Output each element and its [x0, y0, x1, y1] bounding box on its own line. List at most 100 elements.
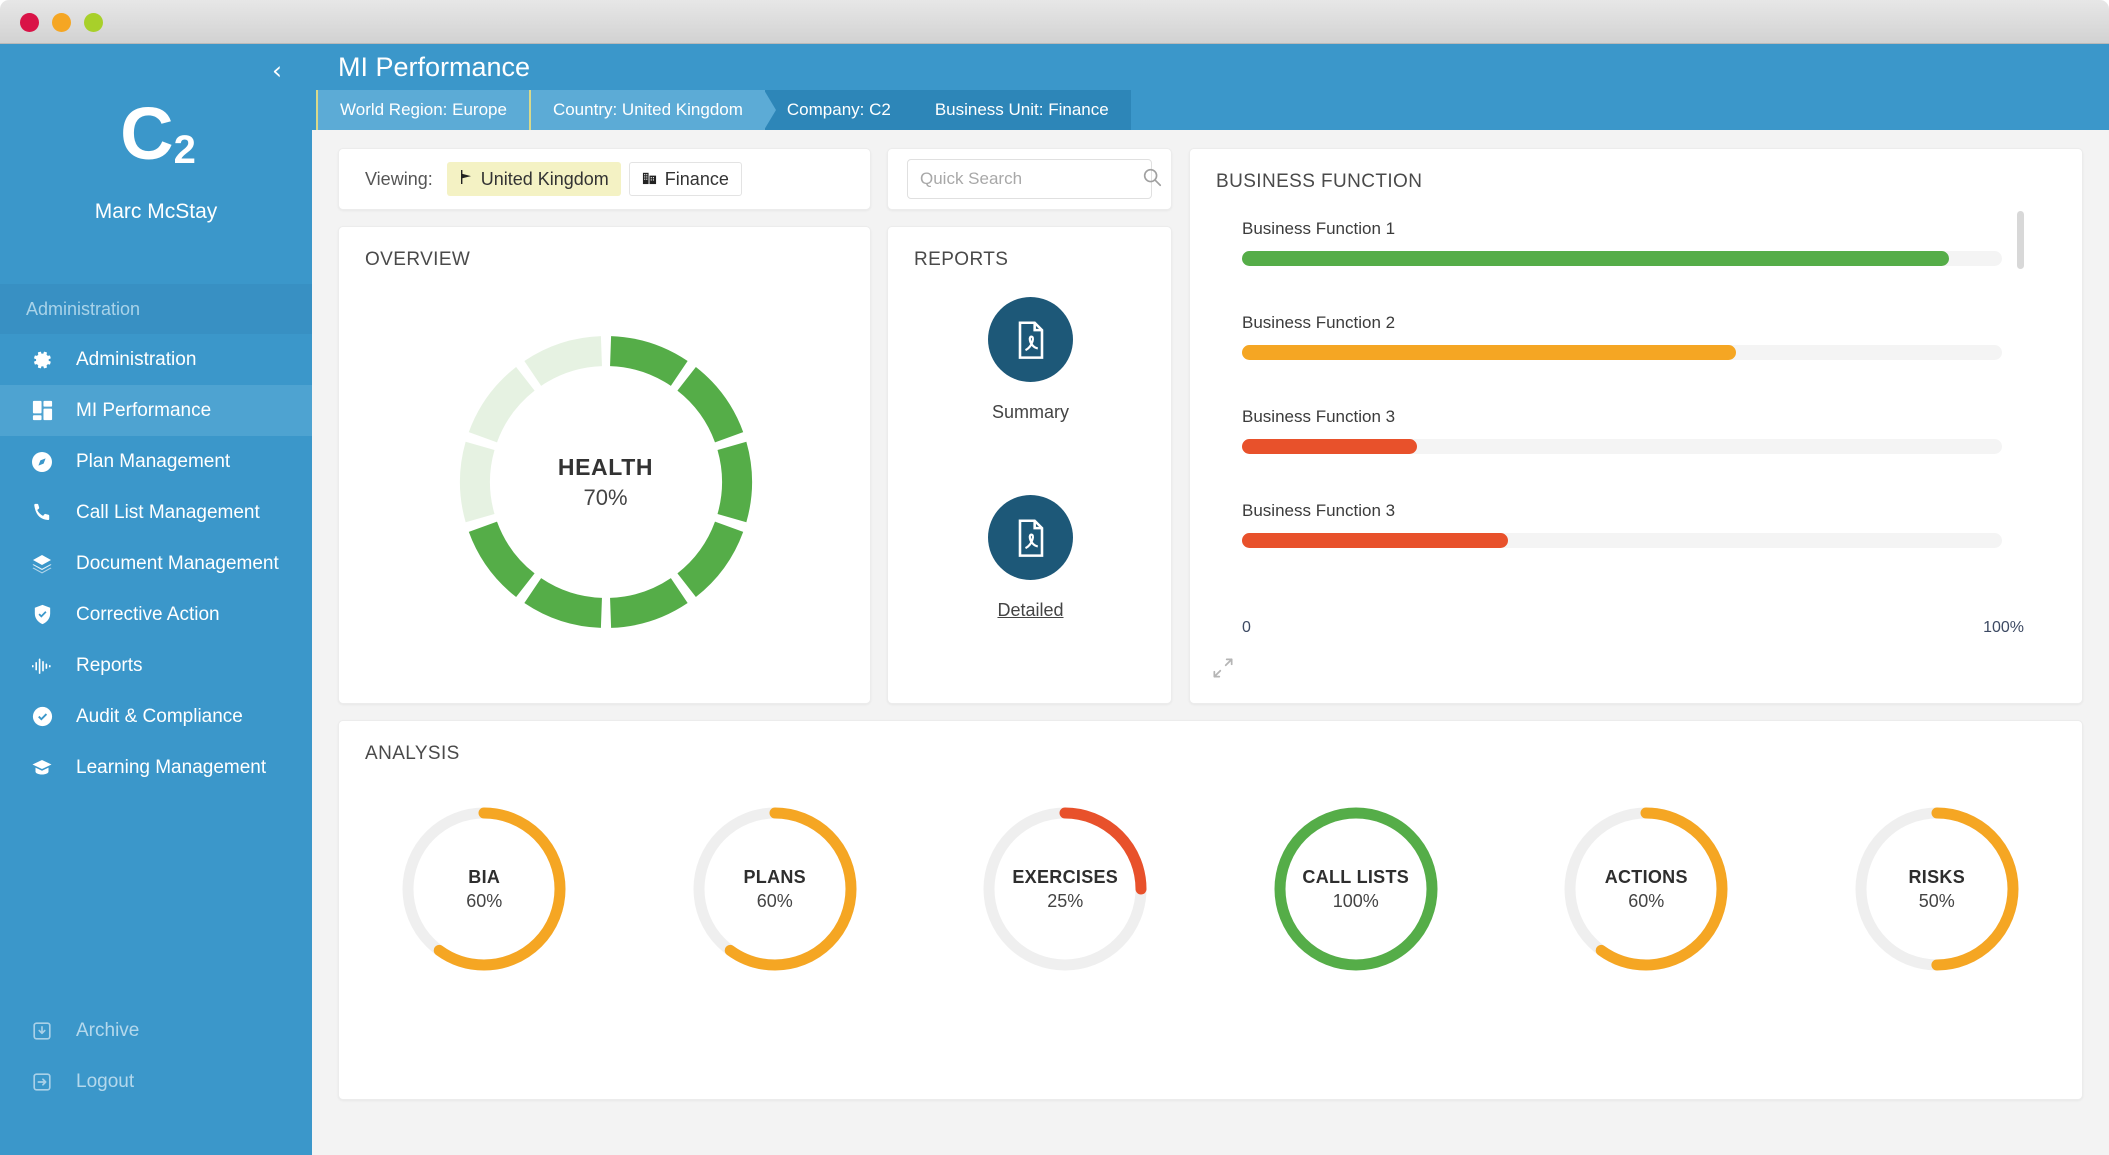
- business-function-scrollbar[interactable]: [2017, 211, 2024, 561]
- dashboard-icon: [26, 398, 58, 424]
- search-box[interactable]: [907, 159, 1162, 199]
- business-function-track: [1242, 533, 2002, 548]
- business-function-row: Business Function 3: [1242, 501, 2002, 548]
- donut-segment: [716, 441, 752, 523]
- business-function-fill: [1242, 439, 1417, 454]
- sidebar-item-document-management[interactable]: Document Management: [0, 538, 312, 589]
- sidebar-item-plan-management[interactable]: Plan Management: [0, 436, 312, 487]
- brand-block: C2 Marc McStay: [0, 94, 312, 224]
- report-label[interactable]: Detailed: [888, 600, 1173, 621]
- donut-segment: [468, 521, 535, 598]
- nav-section-title: Administration: [0, 284, 312, 334]
- layers-icon: [26, 551, 58, 577]
- business-function-track: [1242, 251, 2002, 266]
- sidebar-footer: Archive Logout: [0, 1005, 312, 1107]
- sidebar-item-call-list-management[interactable]: Call List Management: [0, 487, 312, 538]
- sidebar-item-learning-management[interactable]: Learning Management: [0, 742, 312, 793]
- overview-card: OVERVIEW HEALTH 70%: [338, 226, 871, 704]
- breadcrumb-item-company[interactable]: Company: C2: [763, 90, 913, 130]
- business-function-list: Business Function 1 Business Function 2 Bu…: [1242, 219, 2002, 574]
- axis-min-label: 0: [1242, 619, 1251, 636]
- sidebar-item-label: Archive: [76, 1019, 140, 1041]
- donut-segment: [609, 336, 688, 387]
- analysis-gauge[interactable]: EXERCISES 25%: [975, 799, 1155, 979]
- logout-icon: [26, 1069, 58, 1095]
- pdf-icon: [988, 297, 1073, 382]
- viewing-chip-business-unit[interactable]: Finance: [628, 162, 742, 196]
- health-donut-chart: HEALTH 70%: [339, 277, 872, 687]
- sidebar-item-label: Document Management: [76, 552, 279, 574]
- viewing-chip-label: United Kingdom: [480, 168, 609, 189]
- donut-segment: [676, 521, 743, 598]
- gauge-value: 25%: [1047, 890, 1084, 911]
- page-title: MI Performance: [338, 52, 531, 82]
- pdf-icon: [988, 495, 1073, 580]
- breadcrumb-item-world-region[interactable]: World Region: Europe: [316, 90, 529, 130]
- report-detailed[interactable]: Detailed: [888, 495, 1173, 621]
- sidebar-item-corrective-action[interactable]: Corrective Action: [0, 589, 312, 640]
- sidebar-item-mi-performance[interactable]: MI Performance: [0, 385, 312, 436]
- analysis-gauge[interactable]: RISKS 50%: [1847, 799, 2027, 979]
- sidebar-item-reports[interactable]: Reports: [0, 640, 312, 691]
- sidebar-item-archive[interactable]: Archive: [0, 1005, 312, 1056]
- close-button[interactable]: [20, 13, 39, 32]
- viewing-bar: Viewing: United Kingdom Finance: [338, 148, 871, 210]
- analysis-gauge[interactable]: CALL LISTS 100%: [1266, 799, 1446, 979]
- check-circle-icon: [26, 704, 58, 730]
- sidebar-item-label: Reports: [76, 654, 143, 676]
- business-function-label: Business Function 3: [1242, 501, 1396, 520]
- business-function-label: Business Function 1: [1242, 219, 1396, 238]
- sidebar-item-logout[interactable]: Logout: [0, 1056, 312, 1107]
- maximize-button[interactable]: [84, 13, 103, 32]
- business-function-card: BUSINESS FUNCTION Business Function 1 Bus…: [1189, 148, 2083, 704]
- analysis-card: ANALYSIS BIA 60% PLANS 60% EXERCISES 25% CALL …: [338, 720, 2083, 1100]
- reports-title: REPORTS: [914, 249, 1009, 270]
- building-icon: [642, 169, 657, 190]
- gauge-value: 100%: [1332, 890, 1379, 911]
- viewing-chip-country[interactable]: United Kingdom: [446, 162, 621, 196]
- search-input[interactable]: [920, 169, 1141, 189]
- business-function-fill: [1242, 533, 1508, 548]
- phone-icon: [26, 500, 58, 526]
- breadcrumb-item-business-unit[interactable]: Business Unit: Finance: [912, 90, 1131, 130]
- donut-segment: [523, 336, 602, 387]
- analysis-gauge[interactable]: BIA 60%: [394, 799, 574, 979]
- search-icon[interactable]: [1141, 166, 1163, 193]
- sidebar-item-label: Audit & Compliance: [76, 705, 243, 727]
- app-window: ‹ C2 Marc McStay Administration Administ…: [0, 0, 2109, 1155]
- main-content: Viewing: United Kingdom Finance Quick Se…: [312, 130, 2109, 1155]
- analysis-title: ANALYSIS: [365, 743, 460, 764]
- sidebar-item-label: Learning Management: [76, 756, 267, 778]
- sidebar-item-audit-compliance[interactable]: Audit & Compliance: [0, 691, 312, 742]
- shield-check-icon: [26, 602, 58, 628]
- gauge-value: 50%: [1918, 890, 1955, 911]
- scrollbar-thumb[interactable]: [2017, 211, 2024, 269]
- business-function-title: BUSINESS FUNCTION: [1216, 171, 1423, 192]
- sidebar-item-administration[interactable]: Administration: [0, 334, 312, 385]
- analysis-gauge[interactable]: ACTIONS 60%: [1556, 799, 1736, 979]
- breadcrumb-item-country[interactable]: Country: United Kingdom: [528, 90, 765, 130]
- sidebar-item-label: Plan Management: [76, 450, 231, 472]
- page-header: MI Performance: [312, 44, 2109, 90]
- sidebar-item-label: MI Performance: [76, 399, 212, 421]
- expand-icon[interactable]: [1210, 655, 1236, 681]
- donut-segment: [468, 366, 535, 443]
- business-function-row: Business Function 2: [1242, 313, 2002, 360]
- gear-icon: [26, 347, 58, 373]
- donut-segment: [676, 366, 743, 443]
- analysis-gauge[interactable]: PLANS 60%: [685, 799, 865, 979]
- breadcrumb: World Region: Europe Country: United Kin…: [312, 90, 2109, 130]
- business-function-track: [1242, 439, 2002, 454]
- window-controls: [20, 13, 103, 32]
- donut-svg: [459, 336, 752, 628]
- gauge-label: ACTIONS: [1604, 866, 1688, 887]
- viewing-label: Viewing:: [365, 168, 433, 189]
- report-summary[interactable]: Summary: [888, 297, 1173, 423]
- chevron-left-icon[interactable]: ‹: [264, 58, 290, 84]
- gauge-value: 60%: [1628, 890, 1665, 911]
- sidebar-item-label: Call List Management: [76, 501, 260, 523]
- gauge-center-text: RISKS 50%: [1847, 799, 2027, 979]
- gauge-label: PLANS: [743, 866, 806, 887]
- minimize-button[interactable]: [52, 13, 71, 32]
- sidebar: ‹ C2 Marc McStay Administration Administ…: [0, 44, 312, 1155]
